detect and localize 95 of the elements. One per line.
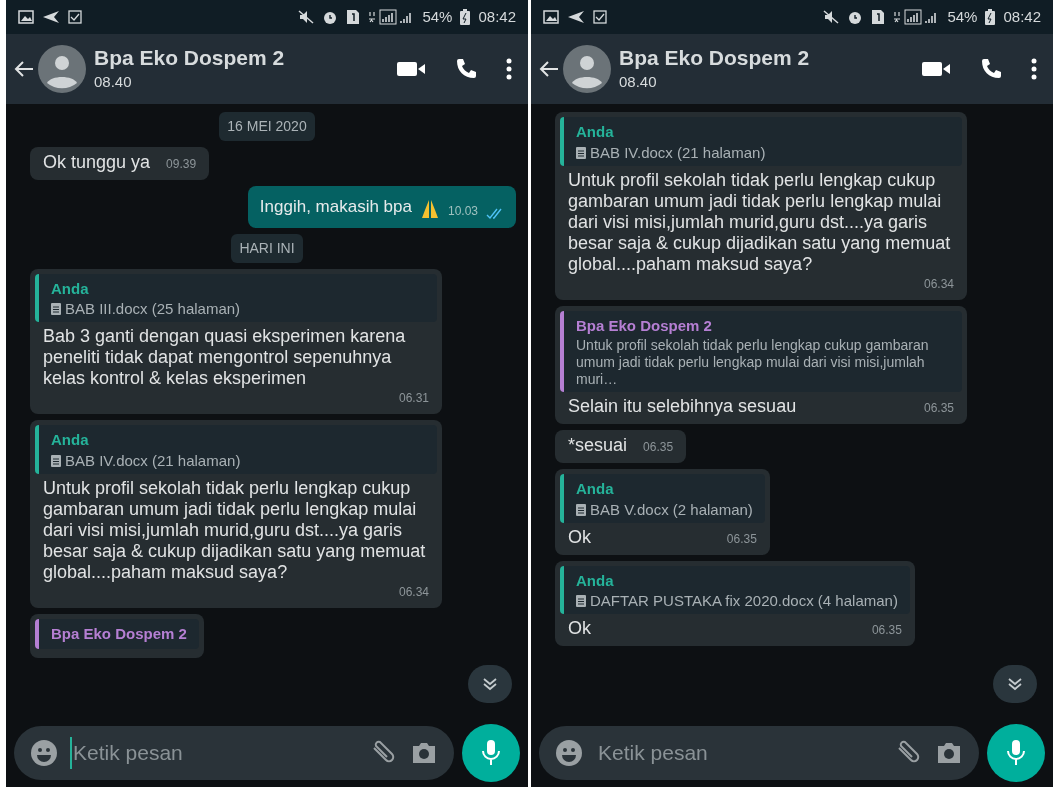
alarm-icon [847, 9, 864, 25]
send-icon [42, 10, 60, 24]
quote-file-name: BAB IV.docx (21 halaman) [65, 451, 241, 470]
last-seen: 08.40 [94, 71, 133, 92]
sim-icon [871, 9, 886, 25]
back-button[interactable] [539, 45, 611, 93]
date-chip: HARI INI [231, 233, 303, 263]
quote-author: Bpa Eko Dospem 2 [576, 315, 713, 336]
checkbox-icon [593, 10, 607, 24]
camera-icon [935, 741, 963, 765]
message-time: 06.35 [923, 400, 954, 417]
document-icon [51, 454, 61, 467]
battery-icon [460, 9, 471, 25]
avatar-icon [38, 45, 86, 93]
double-chevron-icon [1007, 677, 1023, 691]
quote-file-name: BAB IV.docx (21 halaman) [590, 143, 766, 162]
quoted-message[interactable]: Anda BAB IV.docx (21 halaman) [560, 117, 962, 166]
message-input[interactable]: Ketik pesan [70, 737, 270, 769]
quoted-message[interactable]: Anda BAB V.docx (2 halaman) [560, 474, 765, 523]
message-text: Ok [568, 526, 591, 548]
message-input-field[interactable]: Ketik pesan [539, 726, 979, 780]
back-arrow-icon [539, 60, 559, 78]
alarm-icon [322, 9, 339, 25]
smiley-icon [30, 739, 58, 767]
scroll-down-button[interactable] [993, 665, 1037, 703]
avatar-icon [563, 45, 611, 93]
quote-author: Anda [576, 122, 615, 142]
quoted-message[interactable]: Anda DAFTAR PUSTAKA fix 2020.docx (4 halaman) [560, 565, 910, 614]
sim-icon [346, 9, 361, 25]
message-text: Ok tunggu ya [43, 152, 151, 173]
mute-icon [823, 10, 840, 24]
date-chip: 16 MEI 2020 [219, 112, 315, 141]
quoted-message[interactable]: Bpa Eko Dospem 2 [35, 618, 199, 649]
message-text: *sesuai [568, 435, 628, 456]
contact-name[interactable]: Bpa Eko Dospem 2 [619, 44, 913, 71]
double-chevron-icon [482, 677, 498, 691]
message-time: 06.35 [871, 622, 902, 639]
message-time: 10.03 [447, 202, 478, 220]
last-seen: 08.40 [619, 71, 658, 92]
message-text: Untuk profil sekolah tidak perlu lengkap cukup gambaran umum jadi tidak perlu lengkap mulai dari visi misi,jumlah murid,guru dst....ya garis besar saja & cukup dijadikan satu yang memuat global....paham maksud saya? [43, 477, 427, 583]
back-button[interactable] [14, 45, 86, 93]
quote-author: Anda [576, 479, 615, 499]
battery-percent: 54% [947, 6, 978, 27]
checkbox-icon [68, 10, 82, 24]
message-input[interactable]: Ketik pesan [595, 737, 795, 769]
message-time: 06.35 [726, 530, 757, 548]
message-time: 06.34 [923, 275, 954, 293]
quoted-message[interactable]: Anda BAB III.docx (25 halaman) [35, 273, 437, 322]
quote-text: Untuk profil sekolah tidak perlu lengkap cukup gambaran umum jadi tidak perlu lengkap mulai dari visi misi,jumlah muri… [576, 337, 930, 388]
quoted-message[interactable]: Bpa Eko Dospem 2 Untuk profil sekolah tidak perlu lengkap cukup gambaran umum jadi tidak perlu lengkap mulai dari visi misi,jumlah muri… [560, 310, 962, 392]
quote-file-name: BAB III.docx (25 halaman) [65, 300, 241, 318]
more-menu-icon [506, 58, 512, 80]
quote-author: Anda [576, 570, 615, 591]
clock-time: 08:42 [478, 6, 516, 27]
battery-percent: 54% [422, 6, 453, 27]
smiley-icon [555, 739, 583, 767]
message-time: 06.34 [398, 583, 429, 601]
quote-author: Bpa Eko Dospem 2 [51, 623, 187, 644]
image-icon [543, 10, 559, 24]
document-icon [51, 303, 61, 315]
microphone-button[interactable] [462, 724, 520, 782]
back-arrow-icon [14, 60, 34, 78]
message-text: Untuk profil sekolah tidak perlu lengkap cukup gambaran umum jadi tidak perlu lengkap mulai dari visi misi,jumlah murid,guru dst....ya garis besar saja & cukup dijadikan satu yang memuat global....paham maksud saya? [568, 169, 952, 275]
more-menu-icon [1031, 58, 1037, 80]
quote-author: Anda [51, 278, 90, 299]
scroll-down-button[interactable] [468, 665, 512, 703]
clock-time: 08:42 [1003, 6, 1041, 27]
message-time: 09.39 [166, 156, 197, 173]
image-icon [18, 10, 34, 24]
battery-icon [985, 9, 996, 25]
message-text: Selain itu selebihnya sesuau [568, 396, 797, 417]
quote-author: Anda [51, 430, 90, 450]
quote-file-name: DAFTAR PUSTAKA fix 2020.docx (4 halaman) [590, 592, 898, 610]
send-icon [567, 10, 585, 24]
message-time: 06.35 [643, 439, 674, 456]
microphone-icon [481, 739, 501, 767]
contact-name[interactable]: Bpa Eko Dospem 2 [94, 44, 388, 71]
microphone-button[interactable] [987, 724, 1045, 782]
message-time: 06.31 [398, 390, 429, 407]
quoted-message[interactable]: Anda BAB IV.docx (21 halaman) [35, 425, 437, 474]
video-call-icon [921, 60, 951, 78]
document-icon [576, 503, 586, 516]
message-text: Bab 3 ganti dengan quasi eksperimen karena peneliti tidak dapat mengontrol sepenuhnya kelas kontrol & kelas eksperimen [43, 326, 407, 389]
camera-icon [410, 741, 438, 765]
quote-file-name: BAB V.docx (2 halaman) [590, 500, 753, 519]
message-text: Inggih, makasih bpa [259, 196, 412, 218]
document-icon [576, 146, 586, 159]
message-text: Ok [568, 618, 591, 639]
microphone-icon [1006, 739, 1026, 767]
video-call-icon [396, 60, 426, 78]
document-icon [576, 595, 586, 607]
message-input-field[interactable]: Ketik pesan [14, 726, 454, 780]
phone-icon [454, 57, 478, 81]
mute-icon [298, 10, 315, 24]
phone-icon [979, 57, 1003, 81]
